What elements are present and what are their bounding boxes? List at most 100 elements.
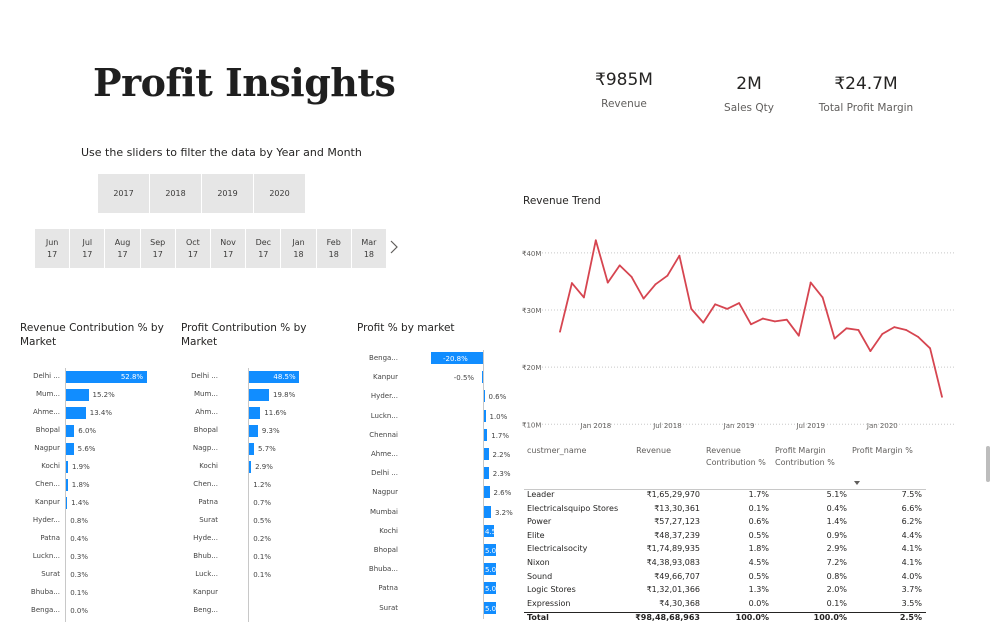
- table-row-name: Logic Stores: [527, 585, 576, 595]
- month-option[interactable]: Jul 17: [69, 229, 104, 268]
- year-option[interactable]: 2019: [201, 174, 253, 213]
- table-row-cell: ₹49,66,707: [654, 571, 700, 581]
- bar-label: Mumbai: [370, 507, 398, 516]
- table-header[interactable]: Revenue: [624, 445, 699, 457]
- bar-value-label: 48.5%: [273, 373, 296, 381]
- table-row-cell: 0.8%: [826, 571, 847, 581]
- bar-label: Luckn...: [370, 411, 398, 420]
- year-option[interactable]: 2020: [253, 174, 305, 213]
- month-option[interactable]: Nov 17: [210, 229, 245, 268]
- data-point: [845, 327, 848, 330]
- bar[interactable]: [65, 425, 75, 437]
- bar-value-label: 5.7%: [258, 445, 276, 453]
- bar-value-label: 1.7%: [491, 431, 510, 440]
- chart-axis: [248, 368, 249, 622]
- bar-value-label: 5.0%: [485, 547, 496, 555]
- table-row-cell: 4.0%: [901, 571, 922, 581]
- bar[interactable]: [65, 389, 89, 401]
- month-option[interactable]: Jan 18: [280, 229, 315, 268]
- table-row-cell: ₹13,30,361: [654, 503, 700, 513]
- revenue-contribution-title: Revenue Contribution % by Market: [20, 322, 164, 348]
- data-point: [857, 329, 860, 331]
- table-row-name: Expression: [527, 598, 571, 608]
- data-point: [642, 297, 645, 300]
- month-option[interactable]: Jun 17: [35, 229, 69, 268]
- table-row-cell: 7.2%: [826, 558, 847, 567]
- table-header[interactable]: Profit Margin %: [852, 445, 924, 457]
- sort-desc-icon[interactable]: [854, 481, 860, 485]
- table-row-cell: 4.5%: [748, 558, 769, 567]
- scrollbar-thumb[interactable]: [986, 446, 990, 482]
- data-point: [678, 254, 681, 257]
- data-point: [762, 317, 764, 320]
- table-row-cell: ₹4,38,93,083: [646, 558, 700, 567]
- table-total-cell: ₹98,48,68,963: [635, 613, 700, 622]
- table-row-cell: 4.1%: [901, 558, 922, 567]
- month-year: 18: [293, 249, 304, 259]
- month-option[interactable]: Feb 18: [315, 229, 351, 268]
- bar-value-label: 0.1%: [253, 553, 271, 561]
- table-header[interactable]: Revenue Contribution %: [706, 445, 768, 469]
- bar-value-label: 0.4%: [70, 535, 88, 543]
- year-option[interactable]: 2018: [149, 174, 201, 213]
- table-total-cell: 100.0%: [813, 613, 847, 622]
- kpi-sales-qty-value: 2M: [736, 74, 762, 94]
- month-year: 18: [328, 249, 339, 259]
- bar[interactable]: [248, 389, 269, 401]
- bar-label: Ahme...: [32, 408, 60, 416]
- bar[interactable]: [65, 407, 86, 419]
- month-name: Nov: [220, 237, 236, 247]
- kpi-revenue-label: Revenue: [601, 98, 647, 110]
- data-point: [618, 264, 621, 267]
- table-row-cell: 3.7%: [901, 585, 922, 595]
- month-name: Jul: [82, 237, 93, 247]
- month-year: 17: [223, 249, 234, 259]
- bar-label: Nagp...: [192, 444, 218, 452]
- data-point: [750, 323, 752, 326]
- bar-label: Beng...: [193, 606, 218, 614]
- month-name: Jan: [292, 237, 305, 247]
- data-point: [666, 274, 669, 277]
- bar-label: Patna: [198, 498, 218, 506]
- bar-label: Bhuba...: [30, 588, 60, 596]
- month-option[interactable]: Dec 17: [245, 229, 280, 268]
- month-name: Aug: [114, 237, 131, 247]
- bar-label: Bhopal: [373, 546, 398, 554]
- table-row-cell: 1.7%: [748, 490, 769, 499]
- bar-value-label: 2.2%: [492, 451, 511, 459]
- bar[interactable]: [65, 443, 74, 455]
- bar-label: Ahm...: [195, 408, 218, 416]
- kpi-profit-margin-label: Total Profit Margin: [818, 102, 914, 114]
- data-point: [738, 302, 740, 305]
- bar-value-label: 1.8%: [71, 481, 90, 489]
- month-option[interactable]: Mar 18: [350, 229, 386, 268]
- bar-label: Surat: [199, 516, 218, 524]
- month-option[interactable]: Oct 17: [174, 229, 210, 268]
- bar-label: Nagpur: [34, 444, 60, 452]
- bar-label: Chen...: [35, 480, 60, 488]
- table-header[interactable]: Profit Margin Contribution %: [775, 445, 849, 469]
- bar-value-label: 52.8%: [120, 373, 144, 381]
- profit-contribution-title: Profit Contribution % by Market: [181, 322, 307, 348]
- bar-label: Mum...: [194, 390, 218, 398]
- bar-value-label: 0.2%: [253, 535, 271, 543]
- month-year: 17: [152, 249, 163, 259]
- filter-instruction: Use the sliders to filter the data by Ye…: [81, 146, 362, 159]
- bar-label: Surat: [379, 603, 398, 612]
- bar-label: Surat: [41, 570, 60, 578]
- month-option[interactable]: Sep 17: [139, 229, 175, 268]
- year-option[interactable]: 2017: [98, 174, 149, 213]
- chevron-right-icon[interactable]: [390, 240, 398, 258]
- bar[interactable]: [483, 505, 491, 518]
- data-point: [905, 329, 908, 331]
- y-tick-label: ₹10M: [522, 421, 541, 429]
- data-point: [582, 296, 585, 299]
- y-tick-label: ₹20M: [522, 364, 541, 372]
- revenue-trend-title: Revenue Trend: [523, 195, 601, 207]
- bar-label: Kanpur: [35, 498, 60, 506]
- bar[interactable]: [248, 425, 258, 437]
- month-option[interactable]: Aug 17: [104, 229, 139, 268]
- bar[interactable]: [248, 407, 261, 419]
- profit-by-market-title: Profit % by market: [357, 322, 455, 334]
- table-row-cell: 0.9%: [826, 530, 847, 540]
